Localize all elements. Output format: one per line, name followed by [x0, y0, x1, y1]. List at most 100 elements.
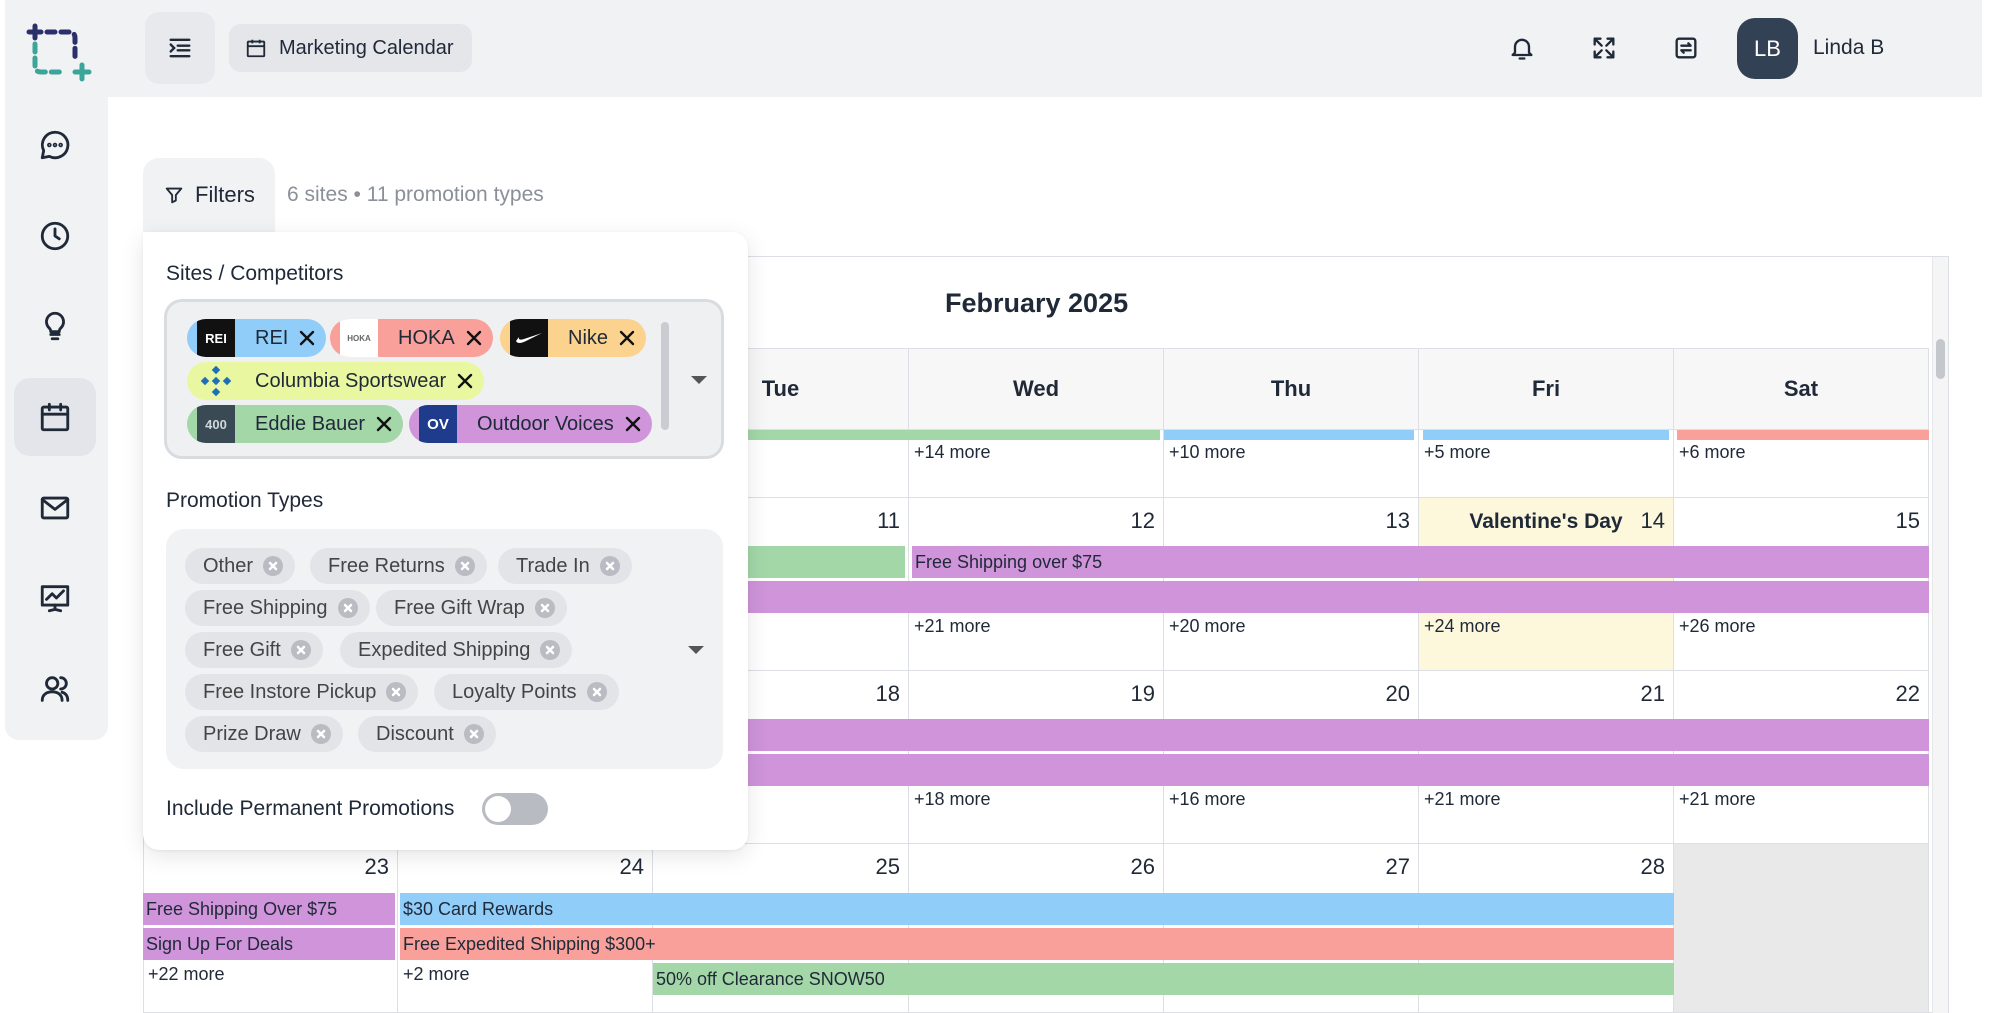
more-link[interactable]: +5 more: [1424, 442, 1491, 463]
sync-button[interactable]: [1668, 30, 1704, 66]
remove-icon[interactable]: [465, 329, 483, 347]
promo-bar[interactable]: [1423, 430, 1669, 440]
sites-multiselect[interactable]: REI REI HOKA HOKA Nike Columbia Sportswe…: [164, 299, 724, 459]
remove-icon[interactable]: [310, 724, 331, 744]
remove-icon[interactable]: [456, 372, 474, 390]
promo-bar[interactable]: Sign Up For Deals: [143, 928, 395, 960]
weekday-header: Fri: [1419, 348, 1674, 430]
day-number: 27: [1385, 854, 1410, 879]
sites-scrollbar[interactable]: [661, 322, 669, 430]
permanent-promotions-label: Include Permanent Promotions: [166, 797, 455, 820]
promo-chip: Other: [185, 548, 296, 584]
remove-icon[interactable]: [534, 598, 555, 618]
users-icon: [40, 676, 70, 702]
filters-label: Filters: [195, 182, 255, 207]
more-link[interactable]: +14 more: [914, 442, 991, 463]
promo-chip: Free Instore Pickup: [185, 674, 419, 710]
chevron-down-icon[interactable]: [691, 376, 707, 384]
promo-bar[interactable]: 50% off Clearance SNOW50: [653, 963, 1674, 995]
remove-icon[interactable]: [599, 556, 620, 576]
calendar-icon: [246, 39, 266, 58]
day-number: 23: [364, 854, 389, 879]
promo-bar[interactable]: Free Expedited Shipping $300+: [400, 928, 1674, 960]
remove-icon[interactable]: [263, 556, 284, 576]
more-link[interactable]: +26 more: [1679, 616, 1756, 637]
app-logo[interactable]: [23, 20, 93, 88]
calendar-day[interactable]: +10 more: [1164, 430, 1419, 498]
nav-history[interactable]: [14, 197, 96, 275]
nav-users[interactable]: [14, 650, 96, 728]
promo-chip: Free Gift Wrap: [376, 590, 567, 626]
calendar-day[interactable]: +6 more: [1674, 430, 1929, 498]
notifications-button[interactable]: [1504, 30, 1540, 66]
remove-icon[interactable]: [463, 724, 484, 744]
more-link[interactable]: +6 more: [1679, 442, 1746, 463]
avatar[interactable]: LB: [1737, 18, 1798, 79]
calendar-day[interactable]: +5 more: [1419, 430, 1674, 498]
remove-icon[interactable]: [337, 598, 358, 618]
more-link[interactable]: +18 more: [914, 789, 991, 810]
promo-bar[interactable]: $30 Card Rewards: [400, 893, 1674, 925]
remove-icon[interactable]: [618, 329, 636, 347]
promo-chip: Free Gift: [185, 632, 323, 668]
weekday-header: Sat: [1674, 348, 1929, 430]
more-link[interactable]: +24 more: [1424, 616, 1501, 637]
scrollbar-thumb[interactable]: [1936, 339, 1945, 379]
remove-icon[interactable]: [290, 640, 311, 660]
remove-icon[interactable]: [298, 329, 316, 347]
promo-bar[interactable]: [1164, 430, 1414, 440]
nav-reports[interactable]: [14, 559, 96, 637]
remove-icon[interactable]: [375, 415, 393, 433]
sidebar: [5, 0, 108, 740]
promo-bar[interactable]: Free Shipping Over $75: [143, 893, 395, 925]
calendar-day-outside-month: [1674, 844, 1929, 1013]
filters-panel: Sites / Competitors REI REI HOKA HOKA Ni…: [143, 232, 748, 850]
promo-chip: Loyalty Points: [434, 674, 619, 710]
breadcrumb[interactable]: Marketing Calendar: [229, 24, 472, 72]
page-title: Marketing Calendar: [279, 36, 454, 59]
remove-icon[interactable]: [540, 640, 561, 660]
permanent-promotions-toggle[interactable]: [482, 793, 548, 825]
fullscreen-icon: [1593, 37, 1615, 59]
more-link[interactable]: +2 more: [403, 964, 470, 985]
fullscreen-button[interactable]: [1586, 30, 1622, 66]
columbia-logo: [197, 362, 235, 400]
remove-icon[interactable]: [586, 682, 607, 702]
chevron-down-icon[interactable]: [688, 646, 704, 654]
site-chip-hoka: HOKA HOKA: [330, 319, 493, 357]
promo-bar[interactable]: [653, 581, 1929, 613]
day-number: 18: [875, 681, 900, 706]
more-link[interactable]: +16 more: [1169, 789, 1246, 810]
promo-bar[interactable]: [1677, 430, 1929, 440]
nav-insights[interactable]: [14, 287, 96, 365]
day-number: 24: [619, 854, 644, 879]
nav-calendar[interactable]: [14, 378, 96, 456]
presentation-chart-icon: [40, 585, 70, 613]
promo-types-label: Promotion Types: [166, 489, 324, 512]
more-link[interactable]: +20 more: [1169, 616, 1246, 637]
user-name[interactable]: Linda B: [1813, 36, 1884, 60]
calendar-scrollbar[interactable]: [1932, 257, 1948, 1013]
more-link[interactable]: +10 more: [1169, 442, 1246, 463]
nav-chat[interactable]: [14, 106, 96, 184]
promo-types-multiselect[interactable]: Other Free Returns Trade In Free Shippin…: [166, 529, 723, 769]
promo-bar[interactable]: Free Shipping over $75: [912, 546, 1929, 578]
site-chip-nike: Nike: [500, 319, 647, 357]
filters-button[interactable]: Filters: [143, 158, 275, 232]
more-link[interactable]: +22 more: [148, 964, 225, 985]
nav-mail[interactable]: [14, 469, 96, 547]
day-number: 21: [1640, 681, 1665, 706]
remove-icon[interactable]: [386, 682, 407, 702]
more-link[interactable]: +21 more: [1424, 789, 1501, 810]
remove-icon[interactable]: [454, 556, 475, 576]
sidebar-toggle-button[interactable]: [145, 12, 215, 84]
more-link[interactable]: +21 more: [914, 616, 991, 637]
remove-icon[interactable]: [624, 415, 642, 433]
promo-bar[interactable]: [653, 719, 1929, 751]
calendar-day[interactable]: +14 more: [909, 430, 1164, 498]
hoka-logo: HOKA: [340, 319, 378, 357]
filter-icon: [165, 187, 183, 204]
promo-bar[interactable]: [653, 754, 1929, 786]
day-number: 13: [1385, 508, 1410, 533]
more-link[interactable]: +21 more: [1679, 789, 1756, 810]
